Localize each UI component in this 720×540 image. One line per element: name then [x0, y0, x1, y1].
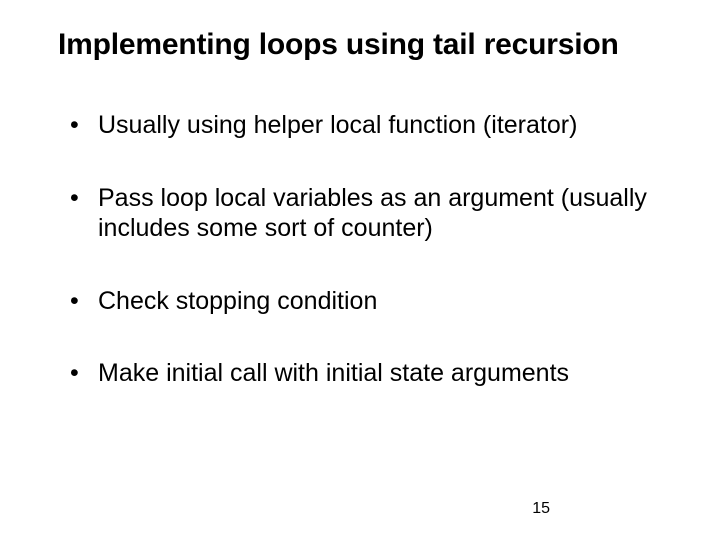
- slide: Implementing loops using tail recursion …: [0, 0, 720, 540]
- list-item: Check stopping condition: [70, 286, 670, 317]
- list-item: Pass loop local variables as an argument…: [70, 183, 670, 244]
- slide-title: Implementing loops using tail recursion: [58, 28, 670, 62]
- bullet-list: Usually using helper local function (ite…: [50, 110, 670, 389]
- page-number: 15: [532, 500, 550, 518]
- list-item: Make initial call with initial state arg…: [70, 358, 670, 389]
- list-item: Usually using helper local function (ite…: [70, 110, 670, 141]
